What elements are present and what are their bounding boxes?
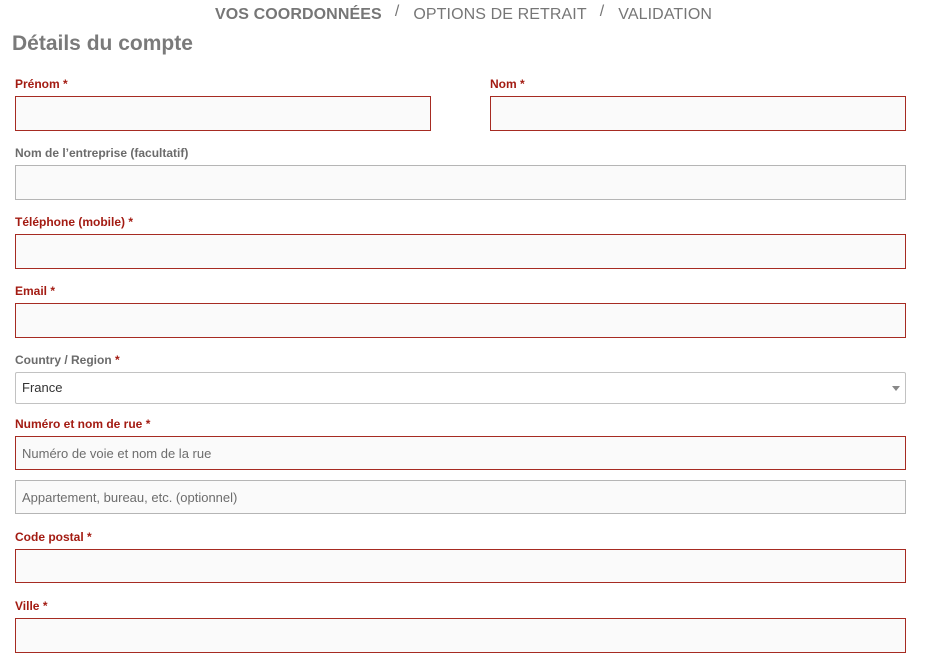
street-address-2-field[interactable]: [15, 480, 906, 514]
required-marker: *: [145, 417, 151, 431]
company-label: Nom de l’entreprise (facultatif): [15, 145, 188, 161]
last-name-field[interactable]: [490, 96, 906, 131]
postcode-label: Code postal *: [15, 529, 92, 545]
first-name-label-text: Prénom: [15, 77, 60, 91]
city-label: Ville *: [15, 598, 47, 614]
required-marker: *: [128, 215, 134, 229]
street-label-text: Numéro et nom de rue: [15, 417, 143, 431]
required-marker: *: [42, 599, 48, 613]
street-address-field[interactable]: [15, 436, 906, 470]
country-label-text: Country / Region: [15, 353, 112, 367]
step-validation[interactable]: VALIDATION: [618, 5, 712, 25]
street-label: Numéro et nom de rue *: [15, 416, 150, 432]
phone-label: Téléphone (mobile) *: [15, 214, 133, 230]
step-vos-coordonnees[interactable]: VOS COORDONNÉES: [215, 5, 382, 25]
step-options-de-retrait[interactable]: OPTIONS DE RETRAIT: [413, 5, 586, 25]
country-label: Country / Region *: [15, 352, 120, 368]
last-name-label: Nom *: [490, 76, 525, 92]
first-name-label: Prénom *: [15, 76, 68, 92]
phone-label-text: Téléphone (mobile): [15, 215, 126, 229]
step-separator: /: [599, 3, 605, 20]
required-marker: *: [50, 284, 56, 298]
email-label: Email *: [15, 283, 55, 299]
page-title: Détails du compte: [12, 32, 193, 55]
email-label-text: Email: [15, 284, 48, 298]
city-field[interactable]: [15, 618, 906, 653]
postcode-field[interactable]: [15, 549, 906, 583]
company-label-text: Nom de l’entreprise (facultatif): [15, 146, 189, 160]
city-label-text: Ville: [15, 599, 40, 613]
country-select[interactable]: France: [15, 372, 906, 404]
checkout-steps: VOS COORDONNÉES / OPTIONS DE RETRAIT / VALID…: [0, 3, 927, 25]
phone-field[interactable]: [15, 234, 906, 269]
chevron-down-icon: [892, 386, 900, 391]
first-name-field[interactable]: [15, 96, 431, 131]
last-name-label-text: Nom: [490, 77, 517, 91]
country-selected-value: France: [22, 380, 63, 395]
required-marker: *: [87, 530, 92, 544]
required-marker: *: [63, 77, 68, 91]
company-field[interactable]: [15, 165, 906, 200]
step-separator: /: [394, 3, 400, 20]
email-field[interactable]: [15, 303, 906, 338]
required-marker: *: [115, 353, 120, 367]
required-marker: *: [520, 77, 525, 91]
postcode-label-text: Code postal: [15, 530, 84, 544]
